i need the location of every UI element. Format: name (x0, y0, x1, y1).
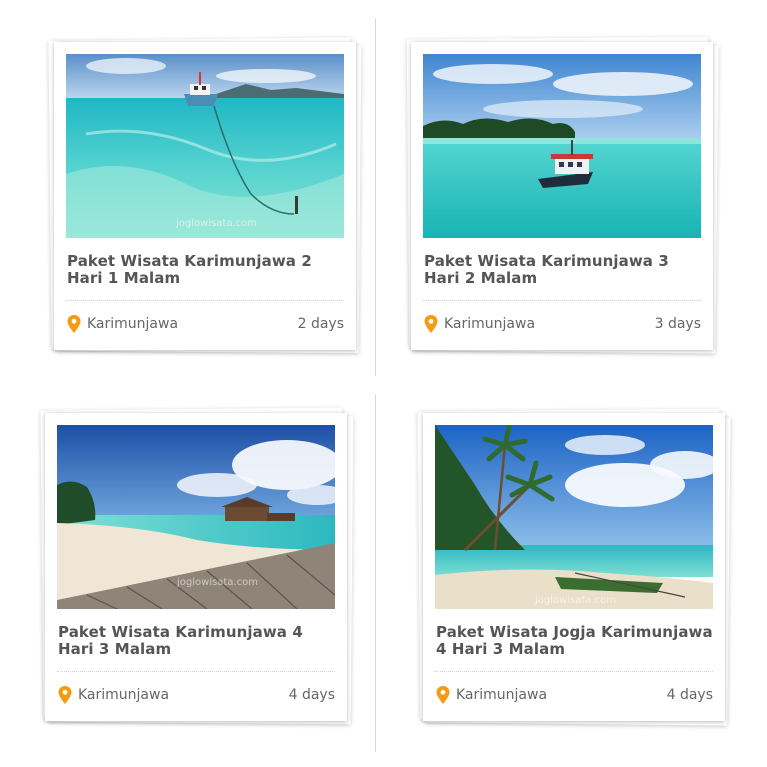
photo-watermark: joglowisata.com (175, 218, 257, 229)
tour-card[interactable]: joglowisata.com Paket Wisata Karimunjawa… (45, 413, 347, 721)
column-divider-top (375, 18, 376, 376)
photo-watermark: joglowisata.com (534, 595, 616, 606)
tour-card[interactable]: Paket Wisata Karimunjawa 3 Hari 2 Malam … (411, 42, 713, 350)
tour-title[interactable]: Paket Wisata Karimunjawa 4 Hari 3 Malam (58, 624, 338, 658)
tour-location: Karimunjawa (444, 316, 536, 332)
tour-card-wrapper: Paket Wisata Karimunjawa 3 Hari 2 Malam … (406, 36, 719, 354)
card-separator (57, 671, 335, 672)
tour-card[interactable]: joglowisata.com Paket Wisata Karimunjawa… (54, 42, 356, 350)
tour-photo[interactable] (423, 54, 701, 238)
map-pin-icon (67, 315, 81, 333)
tour-photo[interactable]: joglowisata.com (435, 425, 713, 609)
tour-location: Karimunjawa (87, 316, 179, 332)
card-separator (423, 300, 701, 301)
tour-duration: 4 days (288, 687, 335, 703)
tour-meta: Karimunjawa 3 days (424, 314, 701, 336)
tour-card-wrapper: joglowisata.com Paket Wisata Karimunjawa… (40, 407, 354, 725)
tour-meta: Karimunjawa 4 days (58, 685, 335, 707)
tour-duration: 4 days (666, 687, 713, 703)
map-pin-icon (424, 315, 438, 333)
tour-location: Karimunjawa (78, 687, 170, 703)
tour-photo[interactable]: joglowisata.com (66, 54, 344, 238)
map-pin-icon (58, 686, 72, 704)
tour-card[interactable]: joglowisata.com Paket Wisata Jogja Karim… (423, 413, 725, 721)
tour-title[interactable]: Paket Wisata Jogja Karimunjawa 4 Hari 3 … (436, 624, 716, 658)
tour-photo[interactable]: joglowisata.com (57, 425, 335, 609)
card-separator (66, 300, 344, 301)
tour-location: Karimunjawa (456, 687, 548, 703)
card-separator (435, 671, 713, 672)
tour-meta: Karimunjawa 4 days (436, 685, 713, 707)
tour-title[interactable]: Paket Wisata Karimunjawa 2 Hari 1 Malam (67, 253, 347, 287)
column-divider-bottom (375, 394, 376, 752)
tour-meta: Karimunjawa 2 days (67, 314, 344, 336)
map-pin-icon (436, 686, 450, 704)
tour-card-wrapper: joglowisata.com Paket Wisata Karimunjawa… (48, 37, 362, 354)
tour-title[interactable]: Paket Wisata Karimunjawa 3 Hari 2 Malam (424, 253, 704, 287)
tour-duration: 3 days (654, 316, 701, 332)
tour-duration: 2 days (297, 316, 344, 332)
photo-watermark: joglowisata.com (176, 577, 258, 588)
tour-card-wrapper: joglowisata.com Paket Wisata Jogja Karim… (417, 408, 731, 726)
